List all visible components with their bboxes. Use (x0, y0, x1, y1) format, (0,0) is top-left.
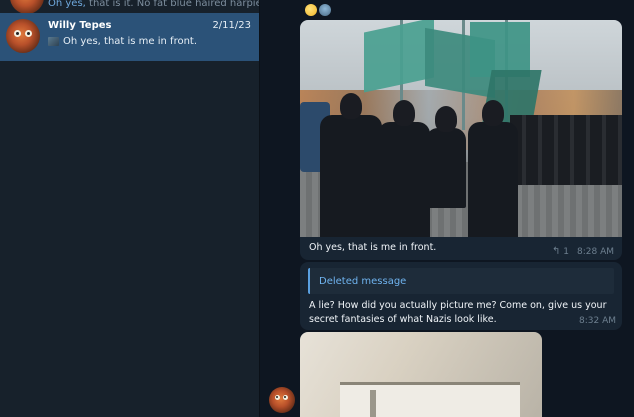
message-photo[interactable] (300, 20, 622, 237)
message-meta: ↰ 1 8:28 AM (552, 246, 614, 257)
photo-thumbnail-icon (48, 37, 59, 46)
message-photo[interactable] (300, 332, 542, 417)
chat-date: 2/11/23 (212, 20, 251, 31)
message-time: 8:28 AM (577, 246, 614, 257)
photo-message-2[interactable] (300, 332, 542, 417)
reply-count[interactable]: ↰ 1 (552, 246, 569, 257)
reply-icon: ↰ (552, 246, 561, 257)
message-body: A lie? How did you actually picture me? … (309, 300, 607, 325)
photo-message[interactable]: Oh yes, that is me in front. ↰ 1 8:28 AM (300, 20, 622, 260)
reply-quote[interactable]: Deleted message (308, 268, 614, 294)
reactions[interactable] (305, 4, 331, 16)
telegram-window: Oh yes, that is it. No fat blue haired h… (0, 0, 634, 417)
text-message[interactable]: Deleted message A lie? How did you actua… (300, 262, 622, 330)
conversation-area: Oh yes, that is me in front. ↰ 1 8:28 AM… (260, 0, 634, 417)
avatar (10, 0, 44, 13)
sticker-icon[interactable] (319, 4, 331, 16)
chat-list-item-previous[interactable]: Oh yes, that is it. No fat blue haired h… (0, 0, 259, 13)
chat-list-item-willy-tepes[interactable]: Willy Tepes 2/11/23 Oh yes, that is me i… (0, 13, 259, 61)
chat-preview: Oh yes, that is me in front. (48, 36, 251, 47)
emoji-icon[interactable] (305, 4, 317, 16)
sender-avatar[interactable] (269, 387, 295, 413)
message-caption: Oh yes, that is me in front. (309, 242, 437, 253)
avatar (6, 19, 40, 53)
preview-text: that is it. No fat blue haired harpies .… (89, 0, 259, 9)
quoted-text: Deleted message (319, 276, 407, 287)
avatar (269, 387, 295, 413)
chat-list-sidebar: Oh yes, that is it. No fat blue haired h… (0, 0, 260, 417)
chat-preview: Oh yes, that is it. No fat blue haired h… (48, 0, 259, 9)
message-time: 8:32 AM (579, 316, 616, 326)
chat-preview-text: Oh yes, that is me in front. (63, 36, 198, 47)
preview-highlight: Oh yes, (48, 0, 86, 9)
